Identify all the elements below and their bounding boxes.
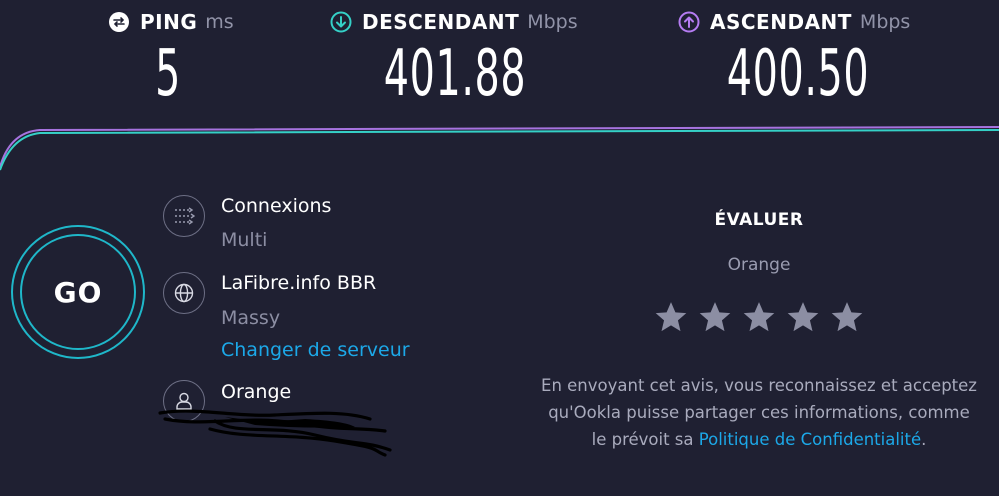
star-4-icon[interactable] bbox=[786, 300, 820, 334]
ping-metric: PING ms 5 bbox=[108, 10, 234, 111]
upload-header: ASCENDANT Mbps bbox=[678, 10, 918, 34]
star-1-icon[interactable] bbox=[654, 300, 688, 334]
globe-icon bbox=[163, 272, 205, 314]
download-value: 401.88 bbox=[383, 37, 527, 111]
connections-title: Connexions bbox=[221, 195, 332, 217]
star-5-icon[interactable] bbox=[830, 300, 864, 334]
disclaimer-end: . bbox=[921, 430, 927, 449]
download-arrow-icon bbox=[330, 11, 352, 33]
ping-value: 5 bbox=[155, 37, 181, 111]
ping-gauge-icon bbox=[108, 11, 130, 33]
download-header: DESCENDANT Mbps bbox=[330, 10, 580, 34]
upload-metric: ASCENDANT Mbps 400.50 bbox=[678, 10, 918, 111]
star-rating[interactable] bbox=[654, 300, 874, 334]
go-label: GO bbox=[53, 275, 103, 309]
connections-icon bbox=[163, 195, 205, 237]
server-name: LaFibre.info BBR bbox=[221, 272, 377, 294]
rate-isp-name: Orange bbox=[727, 255, 791, 275]
upload-value: 400.50 bbox=[726, 37, 870, 111]
go-button-inner[interactable]: GO bbox=[20, 234, 136, 350]
upload-arrow-icon bbox=[678, 11, 700, 33]
download-metric: DESCENDANT Mbps 401.88 bbox=[330, 10, 580, 111]
ping-label: PING bbox=[140, 10, 198, 34]
server-location: Massy bbox=[221, 307, 281, 329]
download-label: DESCENDANT bbox=[362, 10, 520, 34]
upload-label: ASCENDANT bbox=[710, 10, 852, 34]
speed-graph-line bbox=[0, 126, 999, 171]
star-2-icon[interactable] bbox=[698, 300, 732, 334]
go-button[interactable]: GO bbox=[11, 225, 145, 359]
rating-disclaimer: En envoyant cet avis, vous reconnaissez … bbox=[540, 372, 978, 453]
privacy-policy-link[interactable]: Politique de Confidentialité bbox=[699, 430, 921, 449]
connections-mode[interactable]: Multi bbox=[221, 229, 267, 251]
star-3-icon[interactable] bbox=[742, 300, 776, 334]
change-server-link[interactable]: Changer de serveur bbox=[221, 339, 410, 361]
upload-unit: Mbps bbox=[859, 11, 911, 33]
ping-unit: ms bbox=[205, 11, 234, 33]
rate-title: ÉVALUER bbox=[714, 210, 804, 230]
ping-header: PING ms bbox=[108, 10, 234, 34]
provider-name: Orange bbox=[221, 381, 292, 403]
download-unit: Mbps bbox=[527, 11, 578, 33]
redaction-scribble bbox=[158, 409, 392, 457]
